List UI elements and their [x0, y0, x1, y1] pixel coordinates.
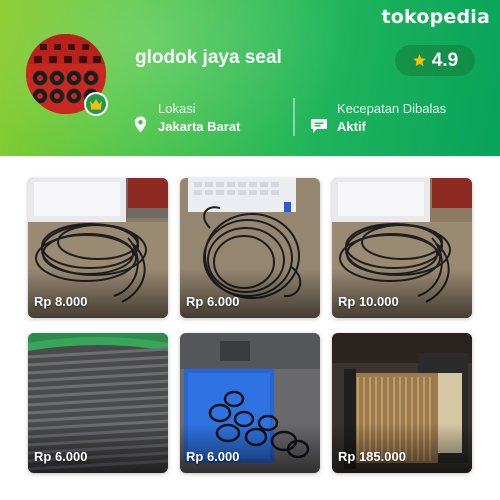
price-shade: [332, 268, 472, 318]
product-price: Rp 185.000: [338, 449, 406, 464]
crown-icon: [90, 99, 102, 110]
product-price: Rp 6.000: [186, 294, 240, 309]
product-price: Rp 10.000: [338, 294, 399, 309]
price-shade: [180, 423, 320, 473]
location-label: Lokasi: [158, 101, 196, 116]
location-pin-icon: [134, 116, 147, 133]
chat-bubble-icon: [311, 119, 327, 133]
official-store-badge: [84, 92, 108, 116]
response-speed-value: Aktif: [337, 119, 366, 134]
product-card[interactable]: Rp 6.000: [28, 333, 168, 473]
product-price: Rp 6.000: [34, 449, 88, 464]
shop-rating: 4.9: [395, 45, 475, 76]
star-icon: [413, 54, 426, 67]
info-divider: [293, 98, 295, 136]
product-card[interactable]: Rp 10.000: [332, 178, 472, 318]
product-card[interactable]: Rp 6.000: [180, 333, 320, 473]
price-shade: [28, 268, 168, 318]
price-shade: [332, 423, 472, 473]
response-speed-label: Kecepatan Dibalas: [337, 101, 447, 116]
product-price: Rp 8.000: [34, 294, 88, 309]
product-card[interactable]: Rp 8.000: [28, 178, 168, 318]
tokopedia-logo: tokopedia: [381, 6, 490, 28]
price-shade: [180, 268, 320, 318]
product-price: Rp 6.000: [186, 449, 240, 464]
rating-value: 4.9: [431, 49, 459, 71]
price-shade: [28, 423, 168, 473]
shop-name[interactable]: glodok jaya seal: [135, 47, 282, 69]
product-card[interactable]: Rp 185.000: [332, 333, 472, 473]
product-card[interactable]: Rp 6.000: [180, 178, 320, 318]
shop-header: tokopedia glodok jaya seal 4.9 Lokasi Ja…: [0, 0, 500, 156]
location-value: Jakarta Barat: [158, 119, 241, 134]
